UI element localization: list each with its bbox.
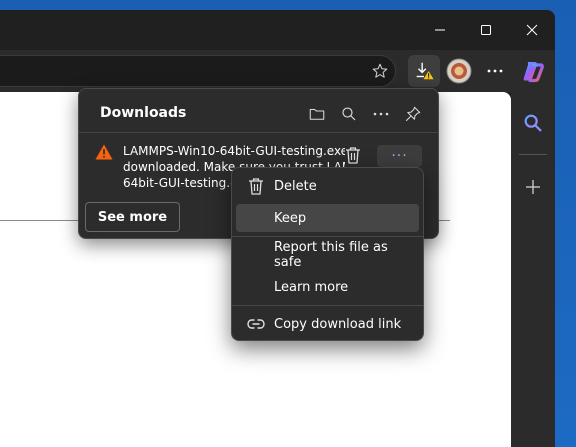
downloads-button[interactable] xyxy=(408,55,440,87)
favorite-button[interactable] xyxy=(364,55,396,87)
maximize-icon xyxy=(481,25,491,35)
menu-item-copy-link[interactable]: Copy download link xyxy=(236,310,419,338)
downloads-title: Downloads xyxy=(100,105,187,121)
copilot-icon xyxy=(523,62,544,83)
downloads-warning-icon xyxy=(416,62,434,80)
close-icon xyxy=(526,24,538,36)
profile-button[interactable] xyxy=(443,55,475,87)
menu-item-learn-more[interactable]: Learn more xyxy=(236,273,419,301)
more-icon xyxy=(487,69,503,73)
search-downloads-button[interactable] xyxy=(337,102,361,126)
favorite-star-icon xyxy=(372,63,388,78)
open-folder-icon xyxy=(309,108,325,120)
search-icon xyxy=(524,114,542,132)
menu-item-keep[interactable]: Keep xyxy=(236,204,419,232)
sidebar-add-button[interactable] xyxy=(524,178,542,200)
menu-item-report-safe[interactable]: Report this file as safe xyxy=(236,240,419,270)
more-options-icon xyxy=(373,112,389,116)
sidebar-separator xyxy=(519,154,547,155)
flyout-header-divider xyxy=(79,132,438,133)
sidebar-search-button[interactable] xyxy=(522,112,544,138)
delete-download-button[interactable] xyxy=(342,144,364,166)
menu-separator xyxy=(232,236,423,237)
downloads-more-options-button[interactable] xyxy=(369,102,393,126)
edge-sidebar xyxy=(511,92,555,447)
open-downloads-folder-button[interactable] xyxy=(305,102,329,126)
close-window-button[interactable] xyxy=(509,10,555,50)
download-context-menu: Delete Keep Report this file as safe Lea… xyxy=(231,167,424,341)
add-icon xyxy=(526,180,540,194)
copilot-button[interactable] xyxy=(517,55,549,87)
menu-separator xyxy=(232,305,423,306)
title-bar xyxy=(0,10,555,50)
settings-more-button[interactable] xyxy=(479,55,511,87)
menu-item-delete[interactable]: Delete xyxy=(236,172,419,200)
pin-downloads-button[interactable] xyxy=(401,102,425,126)
link-icon xyxy=(247,315,265,333)
pin-icon xyxy=(405,106,421,122)
trash-icon xyxy=(247,177,265,195)
warning-icon xyxy=(95,144,113,164)
download-item-more-button[interactable]: ··· xyxy=(377,145,422,167)
minimize-icon xyxy=(435,29,445,31)
maximize-button[interactable] xyxy=(463,10,509,50)
browser-toolbar xyxy=(0,50,555,92)
trash-icon xyxy=(346,147,360,164)
see-more-button[interactable]: See more xyxy=(85,202,180,232)
address-bar[interactable] xyxy=(0,55,396,87)
search-icon xyxy=(342,107,356,121)
minimize-button[interactable] xyxy=(417,10,463,50)
profile-avatar xyxy=(446,58,472,84)
